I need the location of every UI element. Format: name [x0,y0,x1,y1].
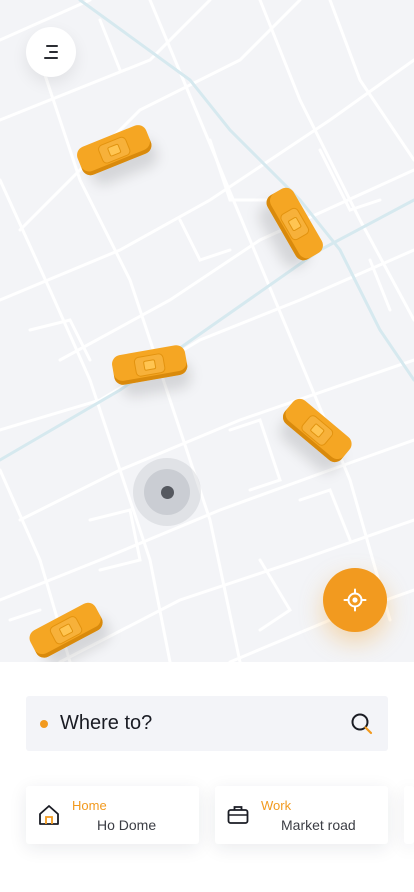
saved-place-home[interactable]: Home Ho Dome [26,786,199,844]
saved-place-more[interactable] [404,786,414,844]
locate-me-button[interactable] [323,568,387,632]
saved-place-label: Work [261,798,292,813]
saved-place-work[interactable]: Work Market road [215,786,388,844]
crosshair-icon [343,588,367,612]
briefcase-icon [227,806,249,824]
home-icon [39,805,59,825]
search-icon[interactable] [350,712,374,736]
saved-place-address: Market road [281,817,356,833]
saved-place-address: Ho Dome [97,817,157,833]
menu-button[interactable] [26,27,76,77]
search-input[interactable]: Where to? [60,712,152,735]
bottom-sheet: Where to? Home Ho Dome Work Market road [0,662,414,892]
destination-dot-icon [40,719,48,728]
road-network [0,0,414,662]
map-view[interactable] [0,0,414,662]
current-location-marker [161,486,174,499]
menu-lines-icon [44,45,58,59]
saved-place-label: Home [72,798,107,813]
search-bar[interactable]: Where to? [26,696,388,751]
